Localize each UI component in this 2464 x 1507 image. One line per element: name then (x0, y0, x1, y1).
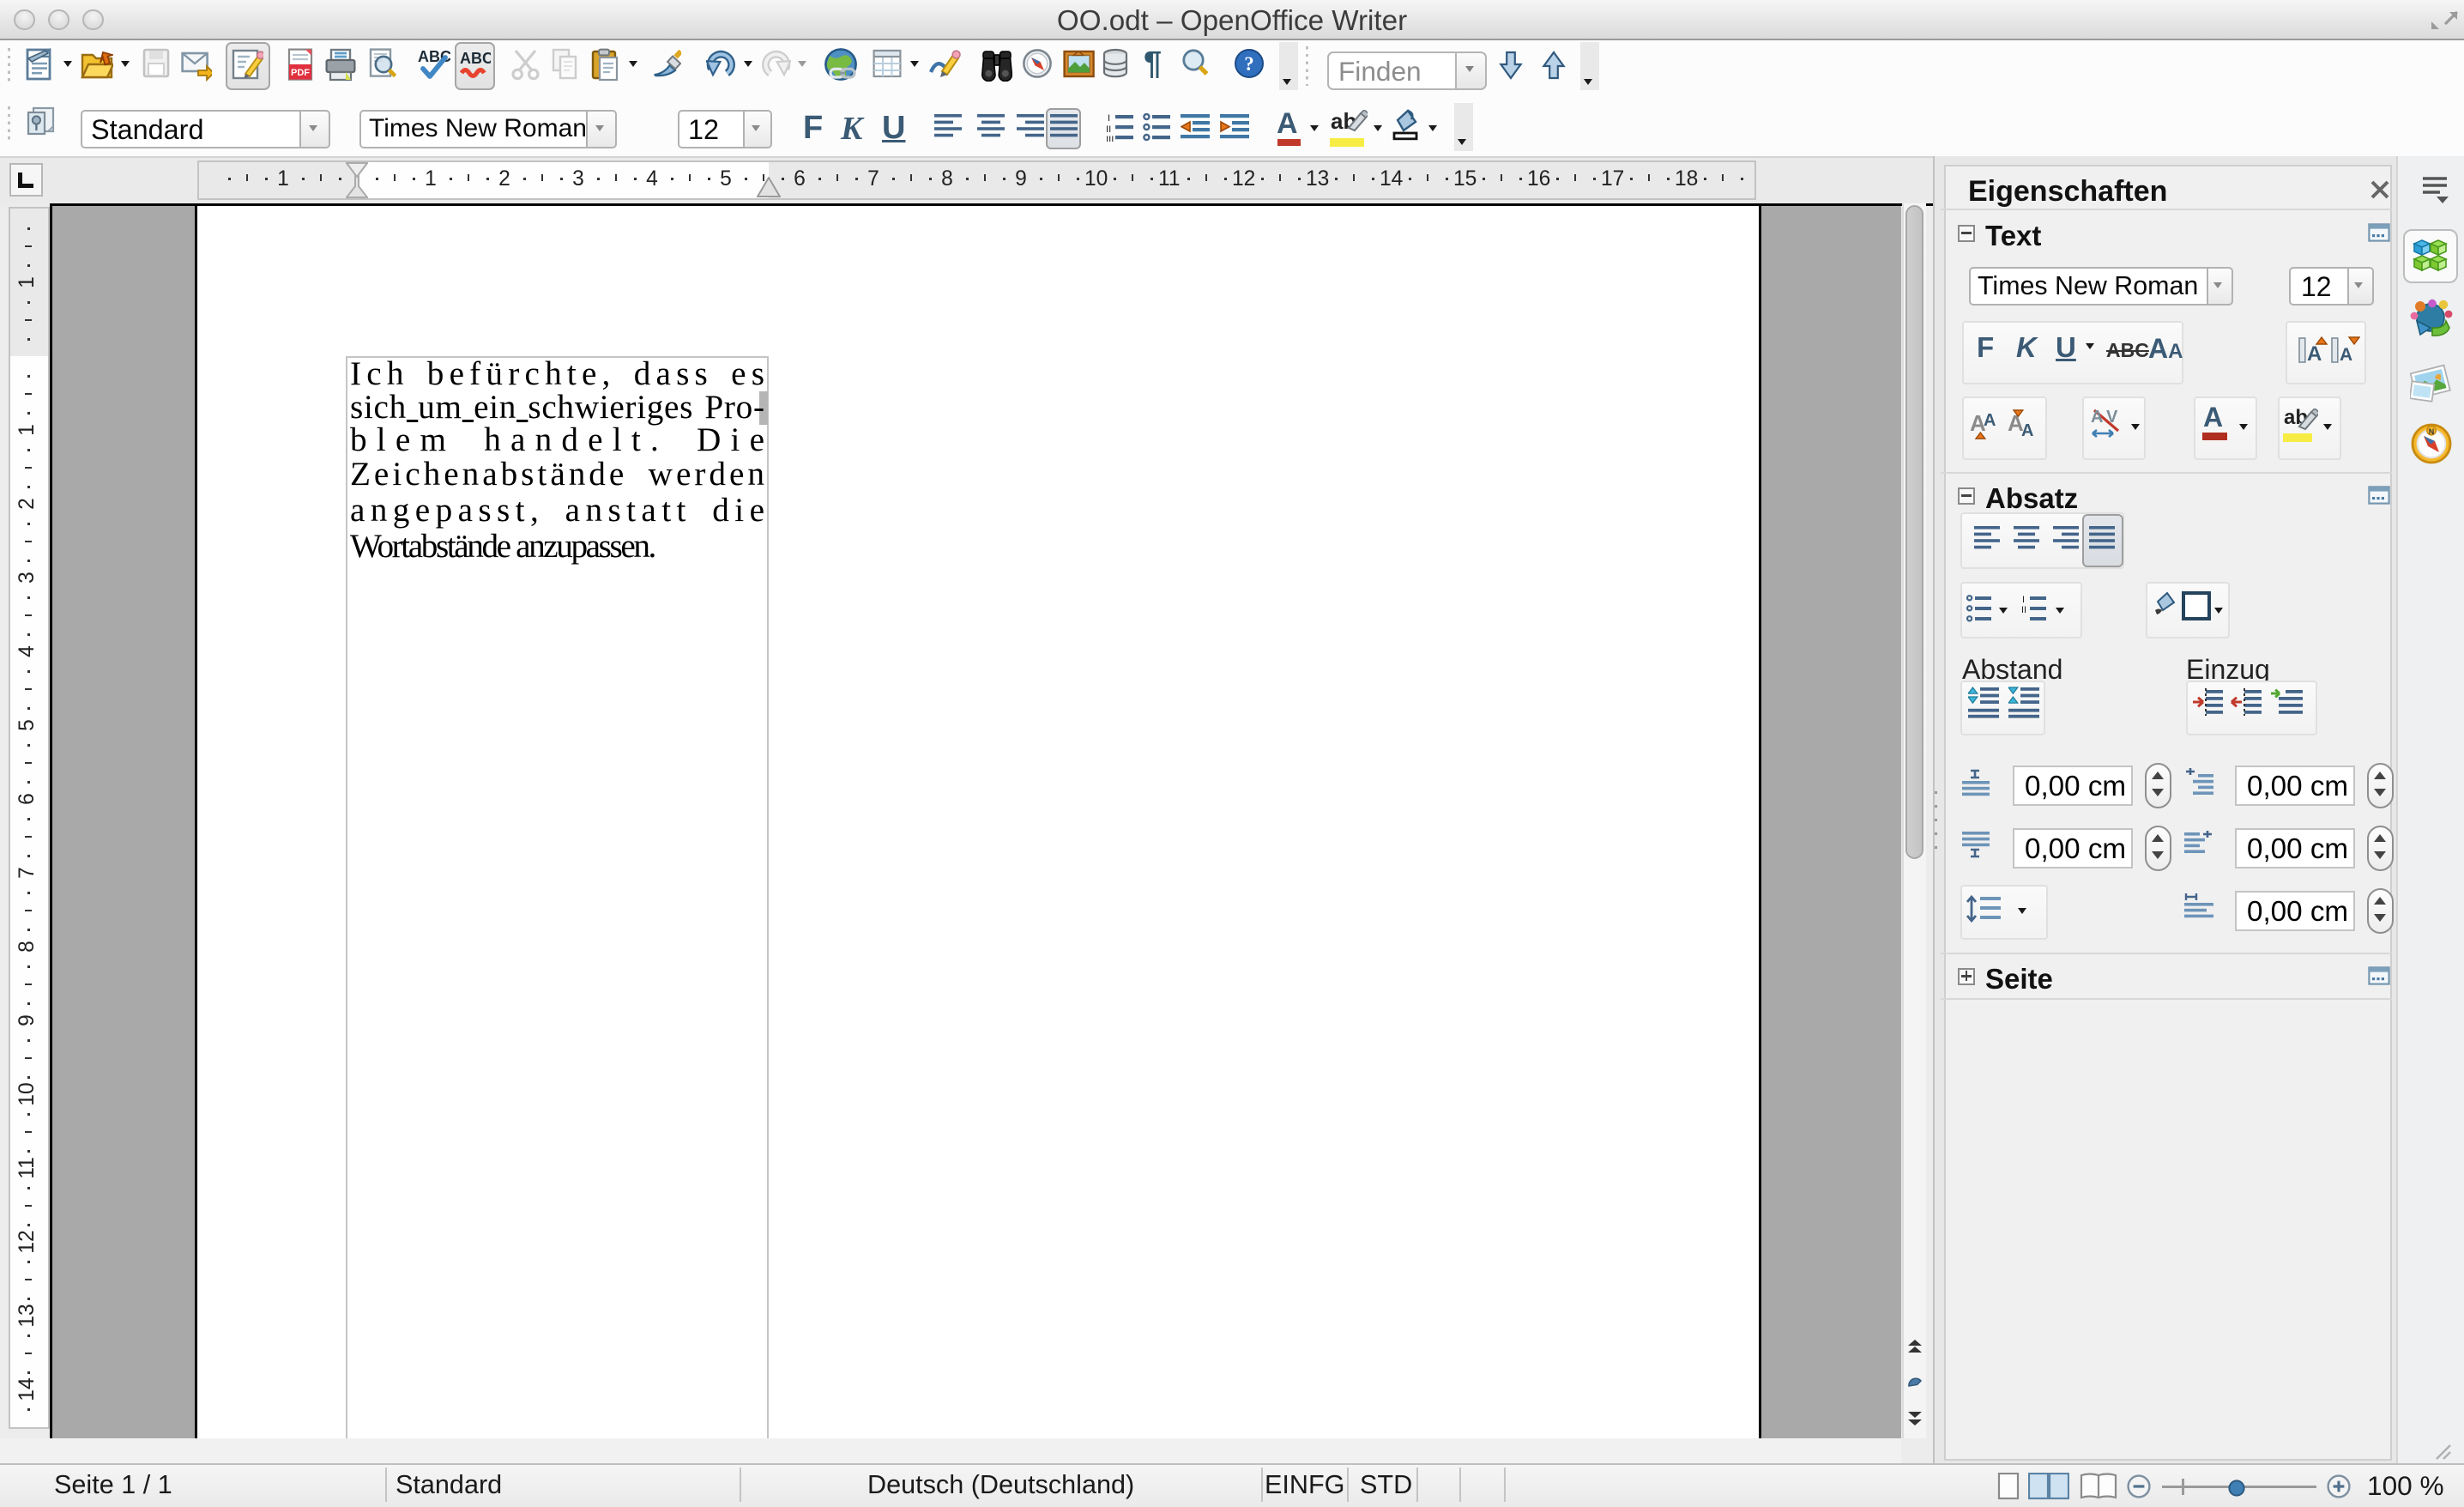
svg-text:III: III (1106, 135, 1114, 142)
svg-text:A: A (2021, 421, 2033, 440)
svg-text:A: A (2091, 408, 2103, 427)
svg-text:A: A (2307, 342, 2322, 366)
svg-text:II: II (1106, 124, 1111, 135)
svg-text:I: I (1108, 113, 1110, 124)
svg-text:?: ? (1244, 53, 1254, 75)
svg-text:N: N (2429, 427, 2435, 436)
svg-text:II: II (2021, 605, 2026, 615)
svg-text:A: A (1984, 411, 1996, 430)
svg-text:A: A (2340, 345, 2352, 365)
svg-text:PDF: PDF (291, 68, 310, 78)
svg-text:V: V (2106, 408, 2118, 427)
svg-text:ABC: ABC (460, 50, 491, 67)
svg-text:I: I (2022, 595, 2025, 605)
